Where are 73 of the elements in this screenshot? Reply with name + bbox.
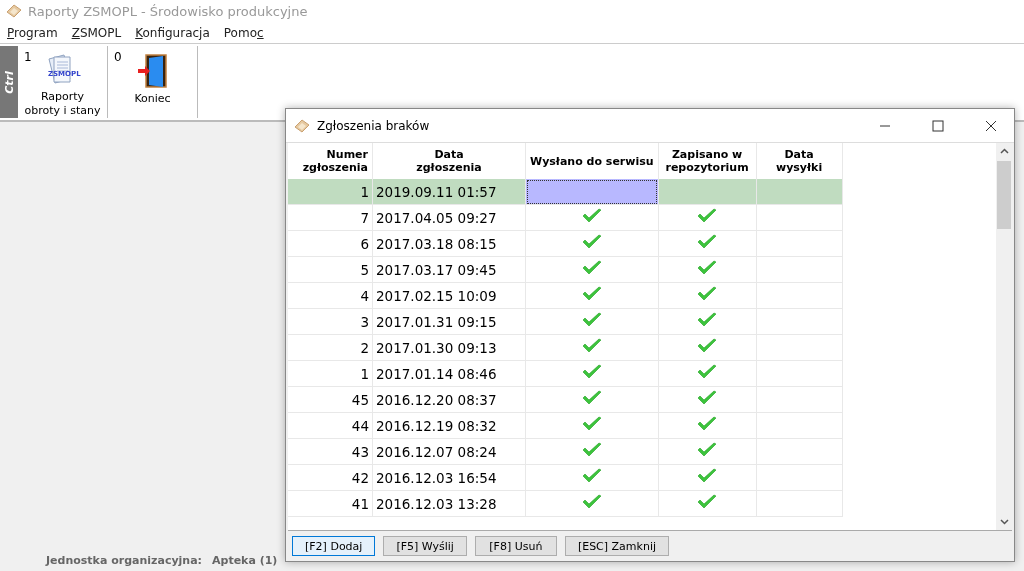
table-cell: 2017.01.31 09:15 — [372, 308, 526, 335]
maximize-icon — [932, 119, 944, 132]
status-label: Jednostka organizacyjna: — [46, 554, 202, 567]
table-cell: 4 — [288, 282, 373, 309]
dialog-button[interactable]: [F2] Dodaj — [292, 536, 376, 556]
dialog-button[interactable]: [ESC] Zamknij — [564, 536, 670, 556]
check-icon — [581, 416, 602, 432]
dialog-icon — [294, 117, 310, 134]
table-cell: 7 — [288, 204, 373, 231]
menu-item[interactable]: Konfiguracja — [128, 25, 217, 40]
table-cell: 2016.12.20 08:37 — [372, 386, 526, 413]
table-cell: 44 — [288, 412, 373, 439]
status-value: Apteka (1) — [212, 554, 278, 567]
menu-item[interactable]: Program — [0, 25, 65, 40]
table-cell: 41 — [288, 490, 373, 517]
check-icon — [581, 338, 602, 354]
check-icon — [581, 442, 602, 458]
table-cell: 2016.12.03 13:28 — [372, 490, 526, 517]
menu-item[interactable]: ZSMOPL — [64, 25, 129, 40]
check-icon — [697, 442, 718, 458]
scrollbar-thumb[interactable] — [997, 161, 1011, 229]
table-cell: 2016.12.07 08:24 — [372, 438, 526, 465]
check-icon — [697, 338, 718, 354]
table-cell: 3 — [288, 308, 373, 335]
check-icon — [581, 390, 602, 406]
check-icon — [697, 390, 718, 406]
check-icon — [581, 312, 602, 328]
window-title: Raporty ZSMOPL - Środowisko produkcyjne — [28, 3, 308, 19]
check-icon — [697, 286, 718, 302]
toolbar-button[interactable]: 0 Koniec — [108, 46, 198, 118]
close-icon — [985, 119, 997, 132]
table-cell: 2017.02.15 10:09 — [372, 282, 526, 309]
table-cell: 1 — [288, 179, 373, 205]
check-icon — [697, 260, 718, 276]
table-cell: 2017.01.30 09:13 — [372, 334, 526, 361]
check-icon — [581, 364, 602, 380]
app-icon — [6, 3, 22, 19]
check-icon — [697, 208, 718, 224]
table-cell: 2019.09.11 01:57 — [372, 179, 526, 205]
scrollbar[interactable] — [996, 143, 1012, 530]
table-cell: 2017.04.05 09:27 — [372, 204, 526, 231]
scroll-up-icon[interactable] — [999, 148, 1009, 154]
scroll-down-icon[interactable] — [999, 519, 1009, 525]
menu-item[interactable]: Pomoc — [216, 25, 271, 40]
table-cell: 2 — [288, 334, 373, 361]
table-cell: 5 — [288, 256, 373, 283]
check-icon — [581, 260, 602, 276]
toolbar-group-label: Ctrl — [0, 46, 18, 118]
table-cell: 2016.12.19 08:32 — [372, 412, 526, 439]
table-cell: 2017.03.18 08:15 — [372, 230, 526, 257]
check-icon — [697, 416, 718, 432]
check-icon — [581, 494, 602, 510]
table-cell: 6 — [288, 230, 373, 257]
table-cell: 2017.01.14 08:46 — [372, 360, 526, 387]
table-cell: 2016.12.03 16:54 — [372, 464, 526, 491]
check-icon — [581, 208, 602, 224]
check-icon — [697, 364, 718, 380]
exit-door-icon — [135, 54, 170, 88]
table-cell: 43 — [288, 438, 373, 465]
dialog-button[interactable]: [F5] Wyślij — [383, 536, 467, 556]
dialog-title: Zgłoszenia braków — [317, 118, 431, 133]
check-icon — [697, 468, 718, 484]
table-cell: 42 — [288, 464, 373, 491]
table-cell: 2017.03.17 09:45 — [372, 256, 526, 283]
table-cell: 1 — [288, 360, 373, 387]
check-icon — [697, 234, 718, 250]
check-icon — [581, 468, 602, 484]
check-icon — [697, 312, 718, 328]
check-icon — [581, 286, 602, 302]
dialog-button[interactable]: [F8] Usuń — [474, 536, 557, 556]
check-icon — [581, 234, 602, 250]
table-cell: 45 — [288, 386, 373, 413]
check-icon — [697, 494, 718, 510]
